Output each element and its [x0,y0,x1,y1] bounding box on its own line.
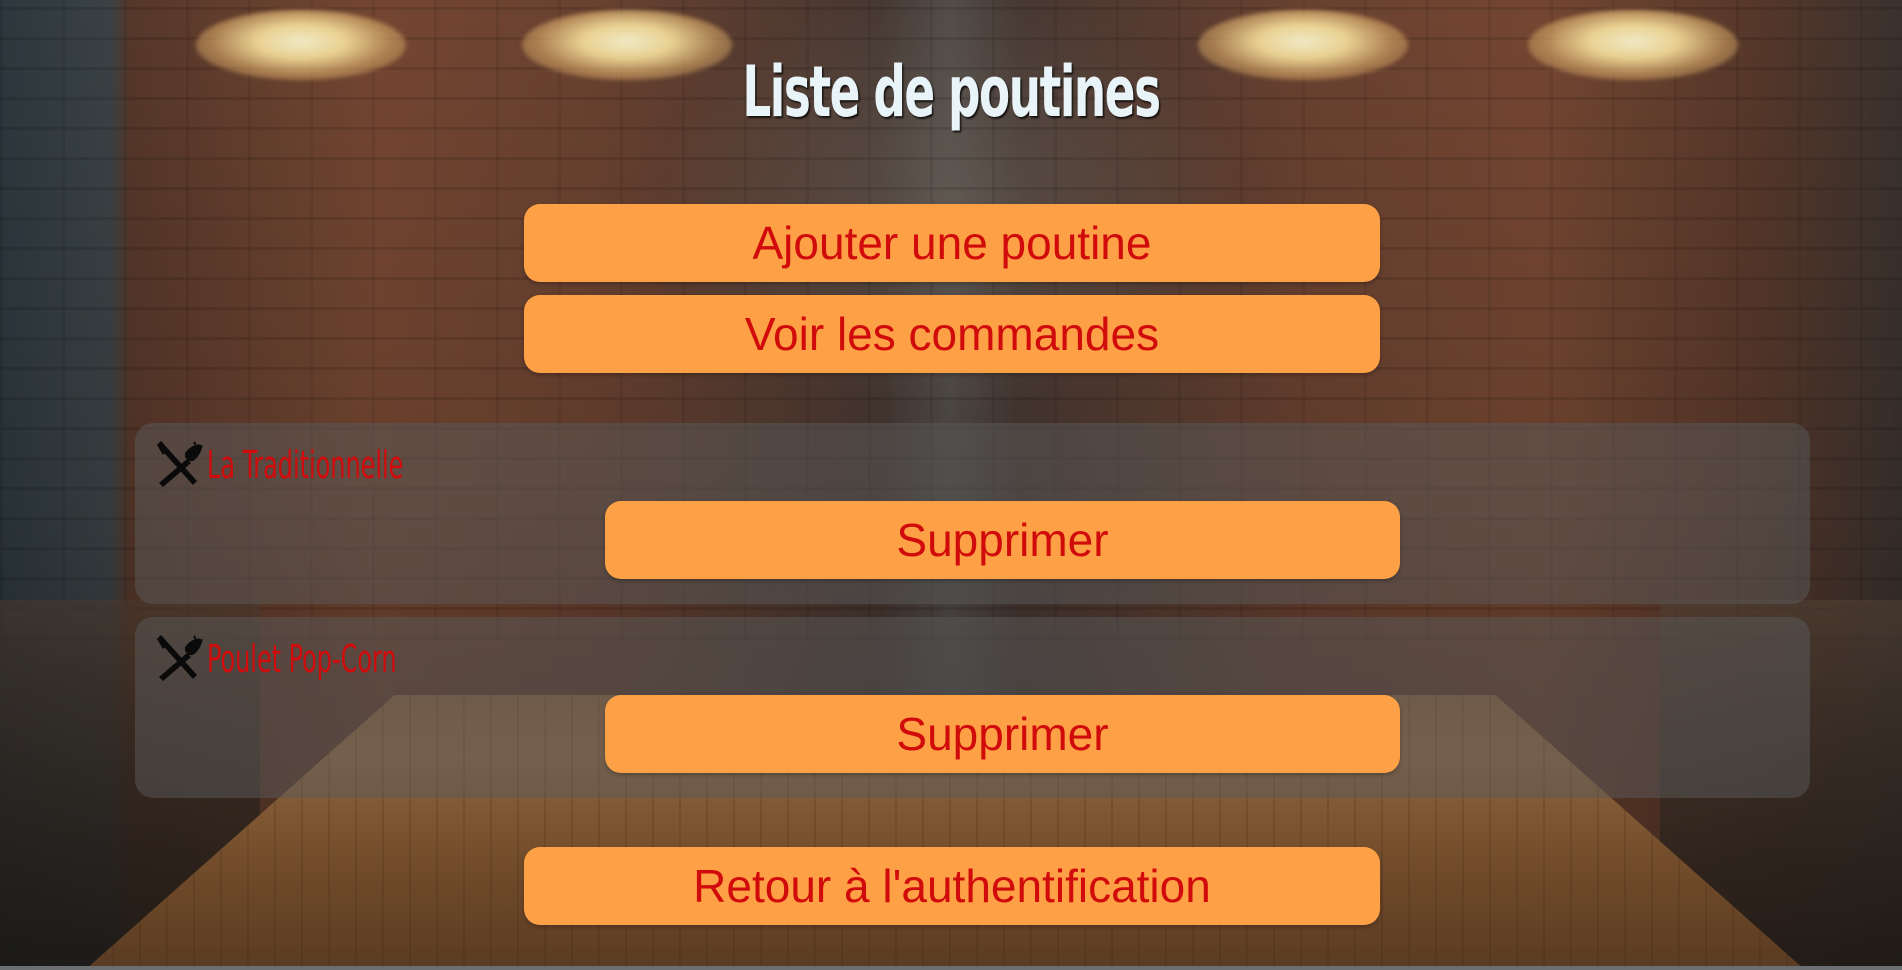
poutine-card: Poulet Pop-Corn Supprimer [135,617,1810,798]
back-to-login-button[interactable]: Retour à l'authentification [524,847,1380,925]
fork-knife-icon [153,631,207,685]
poutine-name: La Traditionnelle [207,443,404,487]
poutine-name: Poulet Pop-Corn [207,637,397,681]
poutine-card: La Traditionnelle Supprimer [135,423,1810,604]
delete-poutine-button[interactable]: Supprimer [605,695,1400,773]
delete-poutine-button[interactable]: Supprimer [605,501,1400,579]
view-orders-button[interactable]: Voir les commandes [524,295,1380,373]
fork-knife-icon [153,437,207,491]
add-poutine-button[interactable]: Ajouter une poutine [524,204,1380,282]
bottom-edge-bar [0,966,1902,970]
page-title: Liste de poutines [742,51,1161,133]
